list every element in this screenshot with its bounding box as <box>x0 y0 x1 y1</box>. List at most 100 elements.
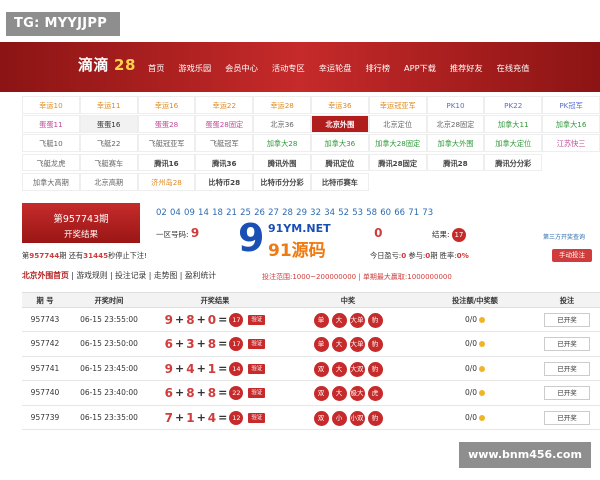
opened-button[interactable]: 已开奖 <box>544 337 590 352</box>
prize-tag: 小双 <box>349 410 365 426</box>
table-row: 957741 06-15 23:45:00 9 +4 +1 = 14 验证双大大双豹 0/0 已开… <box>22 357 600 382</box>
result-cell: 7 +1 +4 = 12 验证 <box>150 406 280 429</box>
sub-nav-links[interactable]: | 游戏规则 | 投注记录 | 走势图 | 盈利统计 <box>69 271 216 280</box>
lottery-tab[interactable]: 幸运22 <box>195 96 254 114</box>
lottery-tab[interactable]: 飞艇龙虎 <box>22 153 80 172</box>
lottery-tab[interactable]: 腾讯外围 <box>253 153 311 172</box>
lottery-tab[interactable]: 加拿大外围 <box>426 134 485 153</box>
drawn-number: 66 <box>394 208 406 218</box>
nav-item-4[interactable]: 幸运轮盘 <box>319 62 352 74</box>
rate-value: 0% <box>456 251 469 260</box>
nav-item-6[interactable]: APP下载 <box>404 62 436 74</box>
lottery-tab[interactable]: 幸运冠亚军 <box>368 96 427 114</box>
nav-item-7[interactable]: 推荐好友 <box>450 62 483 74</box>
lottery-tab[interactable]: 加拿大高期 <box>22 172 80 191</box>
manual-bet-button[interactable]: 手动投注 <box>552 249 592 262</box>
verify-button[interactable]: 验证 <box>248 412 266 423</box>
bet-cell: 0/0 <box>416 357 534 380</box>
nav-item-8[interactable]: 在线充值 <box>497 62 530 74</box>
verify-button[interactable]: 验证 <box>248 388 266 399</box>
result-expression: 9 +8 +0 = 17 验证 <box>165 308 266 332</box>
lottery-tab[interactable]: 幸运36 <box>310 96 369 114</box>
opened-button[interactable]: 已开奖 <box>544 386 590 401</box>
lottery-tab[interactable]: 比特币赛车 <box>310 172 369 191</box>
lottery-tab[interactable]: 蛋蛋11 <box>22 115 80 133</box>
watermark-brand: 91源码 <box>268 241 326 261</box>
lottery-tab[interactable]: 腾讯定位 <box>310 153 369 172</box>
lottery-tab[interactable]: 江苏快三 <box>542 134 600 153</box>
action-cell: 已开奖 <box>534 357 600 380</box>
column-header: 投注 <box>559 296 575 305</box>
lottery-tab[interactable]: 加拿大定位 <box>484 134 543 153</box>
lottery-tab[interactable]: 腾讯分分彩 <box>484 153 543 172</box>
lottery-tab[interactable]: 济州岛28 <box>137 172 196 191</box>
prize-tag: 大单 <box>349 313 365 328</box>
opened-button[interactable]: 已开奖 <box>544 361 590 376</box>
nav-item-2[interactable]: 会员中心 <box>225 62 258 74</box>
bet-amount: 0/0 <box>465 406 486 430</box>
opened-button[interactable]: 已开奖 <box>544 313 590 327</box>
sub-nav-home[interactable]: 北京外围首页 <box>22 271 69 280</box>
verify-button[interactable]: 验证 <box>248 363 266 374</box>
lottery-tab[interactable]: 幸运16 <box>137 96 196 114</box>
lottery-tab[interactable]: 加拿大16 <box>542 115 600 133</box>
lottery-tab[interactable]: 腾讯16 <box>137 153 196 172</box>
lottery-tab[interactable]: PK冠军 <box>542 96 600 114</box>
equals-sign: = <box>218 410 228 424</box>
sum-ball: 17 <box>229 337 244 352</box>
drawn-number: 28 <box>282 208 293 218</box>
lottery-tab[interactable]: 腾讯28 <box>426 153 485 172</box>
lottery-tab[interactable]: 蛋蛋28固定 <box>195 115 254 133</box>
nav-item-3[interactable]: 活动专区 <box>272 62 305 74</box>
nav-item-0[interactable]: 首页 <box>148 62 164 74</box>
prize-tags: 双大大双豹 <box>313 361 383 377</box>
lottery-tab[interactable]: 北京外围 <box>310 115 369 133</box>
prize-tag: 虎 <box>367 386 383 402</box>
result-expression: 9 +4 +1 = 14 验证 <box>165 357 266 381</box>
site-logo[interactable]: 滴滴 28 <box>78 54 136 75</box>
rate-label: 期 胜率: <box>430 251 457 260</box>
next-issue: 957744 <box>29 251 60 260</box>
lottery-tab[interactable]: 比特币分分彩 <box>253 172 311 191</box>
third-party-link[interactable]: 第三方开奖查询 <box>543 232 585 241</box>
verify-button[interactable]: 验证 <box>248 339 266 350</box>
prize-cell: 单大大单豹 <box>280 332 416 355</box>
lottery-tab[interactable]: PK22 <box>484 96 543 114</box>
lottery-tab[interactable]: 北京36 <box>253 115 311 133</box>
lottery-tab[interactable]: 比特币28 <box>195 172 254 191</box>
watermark-digit: 9 <box>238 216 265 260</box>
column-header: 中奖 <box>340 296 356 305</box>
lottery-tab[interactable]: 加拿大28固定 <box>368 134 427 153</box>
lottery-tab[interactable]: 幸运10 <box>22 96 80 114</box>
lottery-tab[interactable]: 腾讯36 <box>195 153 254 172</box>
lottery-tab[interactable]: 加拿大28 <box>253 134 311 153</box>
lottery-tab[interactable]: PK10 <box>426 96 485 114</box>
prize-tag: 小 <box>331 410 347 426</box>
lottery-tab[interactable]: 飞艇冠亚军 <box>137 134 196 153</box>
lottery-tab[interactable]: 蛋蛋16 <box>79 115 138 133</box>
lottery-tab[interactable]: 北京定位 <box>368 115 427 133</box>
lottery-tab[interactable]: 飞艇冠军 <box>195 134 254 153</box>
lottery-tab[interactable]: 飞艇赛车 <box>79 153 138 172</box>
lottery-tab[interactable]: 加拿大11 <box>484 115 543 133</box>
issue-cell: 957741 <box>30 363 60 373</box>
plus-sign: + <box>196 361 206 375</box>
lottery-tab[interactable]: 幸运11 <box>79 96 138 114</box>
time-cell: 06-15 23:40:00 <box>80 388 138 398</box>
lottery-tab[interactable]: 北京28固定 <box>426 115 485 133</box>
equals-sign: = <box>218 313 228 326</box>
lottery-tab[interactable]: 加拿大36 <box>310 134 369 153</box>
lottery-tab[interactable]: 蛋蛋28 <box>137 115 196 133</box>
opened-button[interactable]: 已开奖 <box>544 410 590 425</box>
drawn-number: 27 <box>268 208 279 218</box>
prize-tag: 双 <box>313 410 329 426</box>
nav-item-1[interactable]: 游戏乐园 <box>178 62 211 74</box>
lottery-tab[interactable]: 腾讯28固定 <box>368 153 427 172</box>
lottery-tab[interactable]: 飞艇22 <box>79 134 138 153</box>
lottery-tab[interactable]: 幸运28 <box>253 96 311 114</box>
lottery-tab[interactable]: 飞艇10 <box>22 134 80 153</box>
lottery-tab[interactable]: 北京高期 <box>79 172 138 191</box>
today-label: 今日盈亏: <box>370 251 402 260</box>
verify-button[interactable]: 验证 <box>248 315 266 325</box>
nav-item-5[interactable]: 排行榜 <box>365 62 390 74</box>
